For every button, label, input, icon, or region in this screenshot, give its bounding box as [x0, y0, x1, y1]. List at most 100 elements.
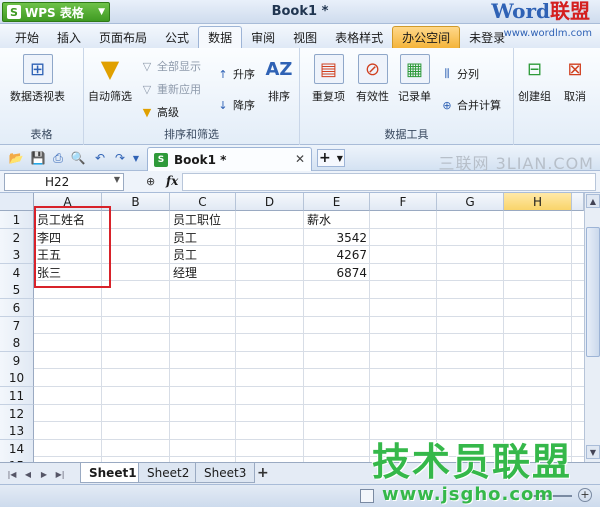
- sort-descending-icon: ↓: [218, 98, 228, 112]
- show-all-button[interactable]: ▽ 全部显示: [140, 58, 201, 74]
- new-document-tab-button[interactable]: + ▼: [317, 149, 345, 167]
- tab-review[interactable]: 审阅: [242, 26, 284, 48]
- row-header-2[interactable]: 2: [0, 228, 34, 247]
- vertical-scrollbar[interactable]: ▲ ▼: [584, 193, 600, 462]
- column-header-c[interactable]: C: [170, 193, 236, 211]
- row-header-13[interactable]: 13: [0, 422, 34, 441]
- print-preview-icon[interactable]: 🔍: [70, 150, 86, 166]
- highlight-box-employee-names: [34, 206, 111, 288]
- add-sheet-button[interactable]: +: [257, 465, 269, 481]
- split-columns-icon: ⫼: [444, 67, 450, 80]
- cell-c1[interactable]: 员工职位: [170, 211, 236, 229]
- funnel-small-icon: ▽: [142, 59, 152, 73]
- last-sheet-icon[interactable]: ▶|: [54, 467, 66, 481]
- prev-sheet-icon[interactable]: ◀: [22, 467, 34, 481]
- name-box[interactable]: H22 ▼: [4, 173, 124, 191]
- create-group-button[interactable]: ⊟ 创建组: [518, 54, 551, 104]
- cell-c2[interactable]: 员工: [170, 229, 236, 247]
- row-header-10[interactable]: 10: [0, 369, 34, 388]
- create-group-icon: ⊟: [526, 58, 543, 80]
- row-header-6[interactable]: 6: [0, 299, 34, 317]
- sort-descending-button[interactable]: ↓ 降序: [216, 97, 255, 113]
- column-header-b[interactable]: B: [102, 193, 170, 211]
- redo-icon[interactable]: ↷: [112, 150, 128, 166]
- filter-funnel-icon: ▼: [100, 55, 120, 83]
- chevron-down-icon[interactable]: ▼: [128, 150, 144, 166]
- column-header-e[interactable]: E: [304, 193, 370, 211]
- cell-c3[interactable]: 员工: [170, 246, 236, 264]
- magnifier-icon[interactable]: ⊕: [146, 175, 155, 188]
- ribbon-group-outline: ⊟ 创建组 ⊠ 取消: [514, 48, 600, 145]
- gridline-horizontal: [34, 368, 584, 370]
- formula-input[interactable]: [182, 173, 596, 191]
- funnel-advanced-icon: ▼: [142, 105, 152, 119]
- tab-data[interactable]: 数据: [198, 26, 243, 48]
- column-header-h[interactable]: H: [504, 193, 572, 211]
- row-header-8[interactable]: 8: [0, 334, 34, 353]
- save-icon[interactable]: 💾: [30, 150, 46, 166]
- sort-ascending-button[interactable]: ↑ 升序: [216, 66, 255, 82]
- column-header-filler: [572, 193, 584, 211]
- gridline-horizontal: [34, 350, 584, 352]
- watermark-bottom: 技术员联盟 www.jsgho.com: [372, 440, 573, 505]
- undo-icon[interactable]: ↶: [92, 150, 108, 166]
- scroll-up-icon[interactable]: ▲: [586, 194, 600, 208]
- tab-view[interactable]: 视图: [284, 26, 326, 48]
- cell-e1[interactable]: 薪水: [304, 211, 370, 229]
- fx-icon[interactable]: fx: [166, 174, 178, 188]
- row-header-12[interactable]: 12: [0, 404, 34, 423]
- tab-office-space[interactable]: 办公空间: [392, 26, 461, 48]
- first-sheet-icon[interactable]: |◀: [6, 467, 18, 481]
- chevron-down-icon[interactable]: ▼: [114, 175, 120, 184]
- validity-button[interactable]: ⊘ 有效性: [356, 54, 389, 104]
- group-label-table: 表格: [30, 128, 53, 141]
- spreadsheet-grid[interactable]: ABCDEFGH 123456789101112131415 员工姓名员工职位薪…: [0, 193, 584, 462]
- cell-e3[interactable]: 4267: [304, 246, 370, 264]
- text-to-columns-button[interactable]: ⫼ 分列: [440, 66, 479, 82]
- gridline-horizontal: [34, 333, 584, 335]
- print-icon[interactable]: ⎙: [50, 150, 66, 166]
- record-form-button[interactable]: ▦ 记录单: [398, 54, 431, 104]
- reapply-button[interactable]: ▽ 重新应用: [140, 81, 201, 97]
- consolidate-button[interactable]: ⊕ 合并计算: [440, 97, 501, 113]
- row-header-3[interactable]: 3: [0, 246, 34, 265]
- advanced-filter-button[interactable]: ▼ 高级: [140, 104, 179, 120]
- duplicates-button[interactable]: ▤ 重复项: [312, 54, 345, 104]
- row-header-4[interactable]: 4: [0, 263, 34, 282]
- column-header-d[interactable]: D: [236, 193, 304, 211]
- sheet-tab-sheet2[interactable]: Sheet2: [138, 463, 199, 483]
- auto-filter-button[interactable]: ▼ 自动筛选: [88, 54, 132, 104]
- scroll-thumb[interactable]: [586, 227, 600, 357]
- tab-formulas[interactable]: 公式: [156, 26, 198, 48]
- column-header-f[interactable]: F: [370, 193, 437, 211]
- watermark-top-logo: Word联盟: [491, 0, 590, 23]
- tab-home[interactable]: 开始: [6, 26, 48, 48]
- ribbon-group-table: ⊞ 数据透视表 表格: [0, 48, 84, 145]
- document-tab-book1[interactable]: S Book1 * ✕: [147, 147, 312, 171]
- sheet-tab-sheet1[interactable]: Sheet1: [80, 463, 146, 483]
- open-folder-icon[interactable]: 📂: [8, 150, 24, 166]
- pivot-table-icon: ⊞: [22, 54, 53, 84]
- cell-e4[interactable]: 6874: [304, 264, 370, 282]
- select-all-corner[interactable]: [0, 193, 34, 211]
- sheet-tab-sheet3[interactable]: Sheet3: [195, 463, 256, 483]
- title-bar: S WPS 表格 ▼ Book1 * Word联盟: [0, 0, 600, 24]
- ungroup-button[interactable]: ⊠ 取消: [560, 54, 590, 104]
- close-icon[interactable]: ✕: [295, 152, 305, 166]
- tab-table-style[interactable]: 表格样式: [326, 26, 392, 48]
- row-header-7[interactable]: 7: [0, 316, 34, 335]
- tab-insert[interactable]: 插入: [48, 26, 90, 48]
- cell-c4[interactable]: 经理: [170, 264, 236, 282]
- row-header-1[interactable]: 1: [0, 211, 34, 229]
- row-header-5[interactable]: 5: [0, 281, 34, 300]
- cell-e2[interactable]: 3542: [304, 229, 370, 247]
- next-sheet-icon[interactable]: ▶: [38, 467, 50, 481]
- row-header-14[interactable]: 14: [0, 439, 34, 458]
- row-header-9[interactable]: 9: [0, 351, 34, 370]
- sort-button[interactable]: AZ 排序: [264, 54, 294, 104]
- tab-page-layout[interactable]: 页面布局: [90, 26, 156, 48]
- column-header-g[interactable]: G: [437, 193, 504, 211]
- row-header-11[interactable]: 11: [0, 387, 34, 405]
- pivot-table-button[interactable]: ⊞ 数据透视表: [10, 54, 65, 104]
- document-tab-bar: 📂 💾 ⎙ 🔍 ↶ ↷ ▼ S Book1 * ✕ + ▼ 三联网 3LIAN.…: [0, 145, 600, 173]
